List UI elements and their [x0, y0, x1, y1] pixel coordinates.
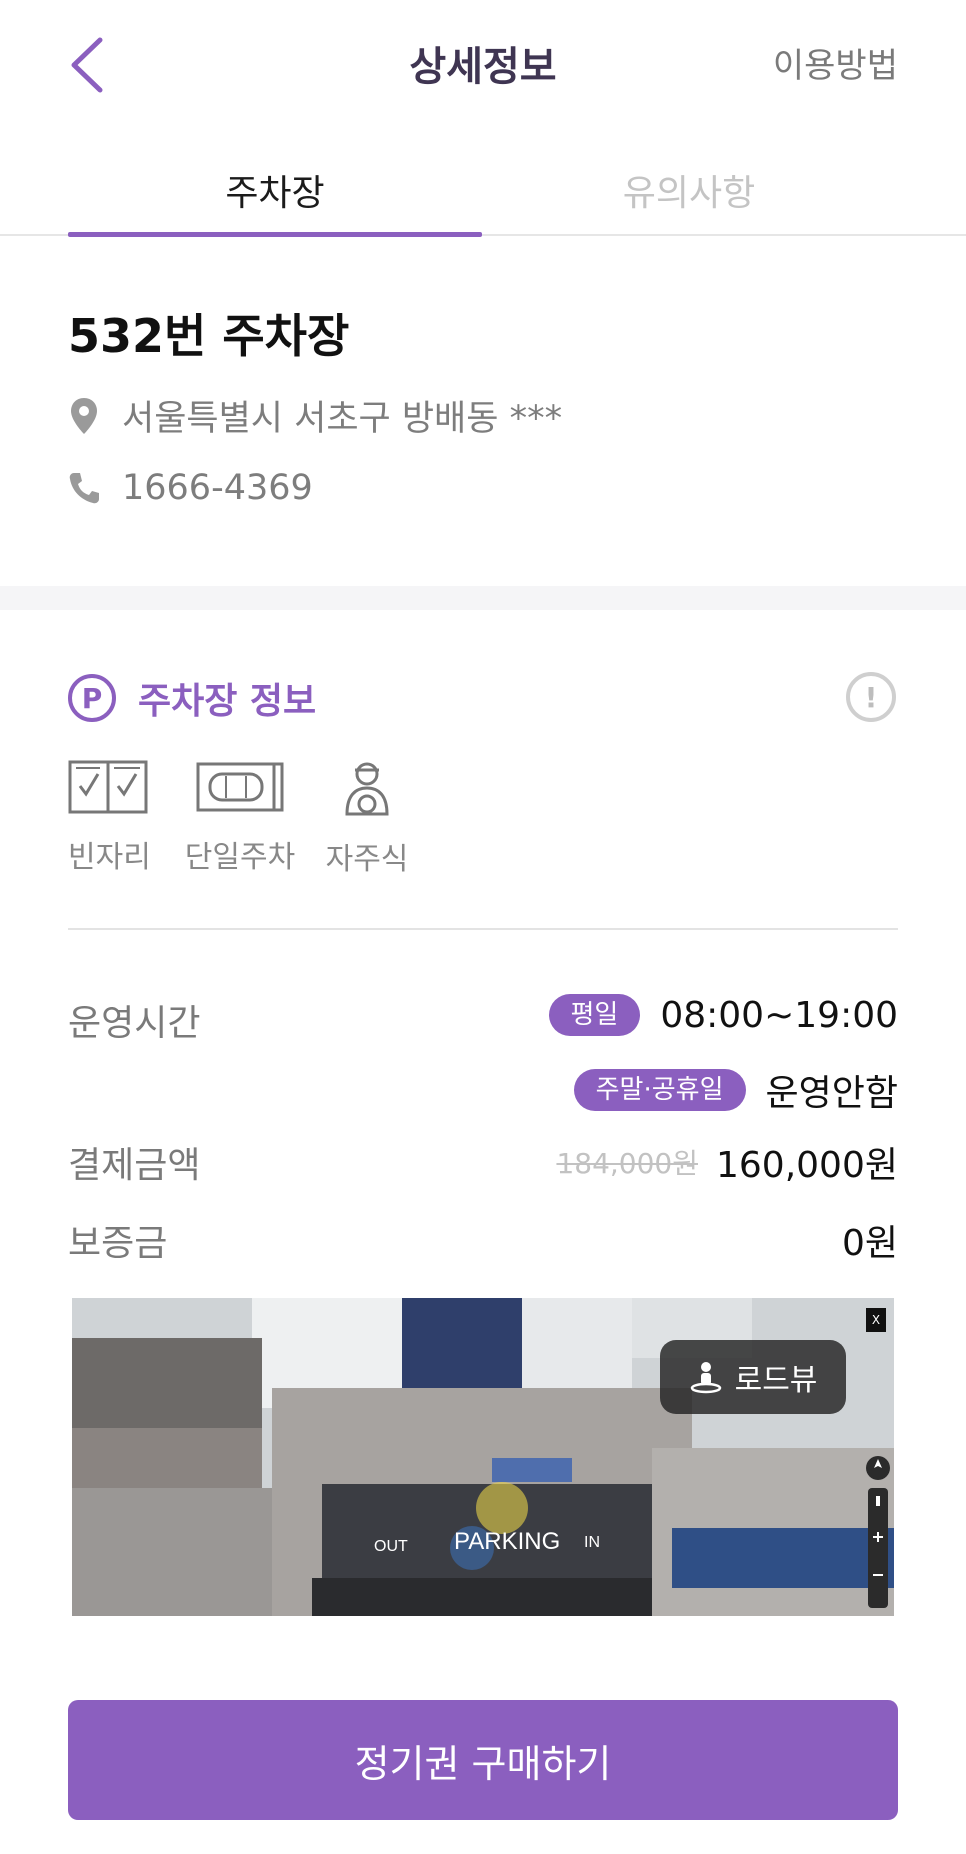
feature-label: 빈자리: [68, 840, 151, 875]
active-tab-indicator: [68, 232, 482, 237]
feature-label: 자주식: [325, 842, 409, 877]
weekend-hours-row: 주말·공휴일 운영안함: [573, 1064, 898, 1116]
feature-self-parking: 자주식: [324, 760, 410, 878]
deposit-value: 0원: [841, 1223, 898, 1264]
streetview-nav-controls[interactable]: [864, 1454, 892, 1614]
address-row: 서울특별시 서초구 방배동 ***: [68, 390, 562, 441]
tab-bar: 주차장 유의사항: [0, 140, 966, 237]
section-title: 주차장 정보: [138, 681, 317, 722]
tab-parking[interactable]: 주차장: [68, 164, 482, 216]
phone-row[interactable]: 1666-4369: [68, 468, 313, 508]
howto-link[interactable]: 이용방법: [773, 38, 898, 87]
weekday-badge: 평일: [548, 994, 641, 1036]
compass-icon: [866, 1456, 890, 1608]
phone-number[interactable]: 1666-4369: [122, 468, 313, 508]
driver-icon: [345, 762, 389, 816]
section-separator: [0, 586, 966, 610]
out-sign-text: OUT: [374, 1538, 408, 1555]
address-text: 서울특별시 서초구 방배동 ***: [122, 399, 563, 439]
phone-icon: [68, 468, 100, 508]
lot-name: 532번 주차장: [68, 309, 350, 363]
original-price: 184,000원: [556, 1147, 698, 1180]
feature-single-parking: 단일주차: [184, 760, 296, 876]
single-car-icon: [196, 762, 284, 812]
checkbox-icon: [68, 760, 148, 814]
header: 상세정보 이용방법: [0, 0, 966, 130]
weekend-badge: 주말·공휴일: [573, 1069, 746, 1111]
parking-p-icon: P: [68, 674, 116, 722]
weekday-hours-row: 평일 08:00~19:00: [548, 994, 898, 1036]
deposit-label: 보증금: [68, 1223, 168, 1264]
feature-vacancy: 빈자리: [68, 760, 151, 876]
parking-sign-text: PARKING: [454, 1528, 561, 1555]
streetview-close-button[interactable]: X: [866, 1308, 886, 1332]
in-sign-text: IN: [584, 1534, 600, 1551]
roadview-button[interactable]: 로드뷰: [660, 1340, 846, 1414]
tab-notes[interactable]: 유의사항: [482, 164, 896, 216]
section-header: P 주차장 정보: [68, 672, 316, 724]
feature-label: 단일주차: [184, 840, 296, 875]
payment-row: 184,000원 160,000원: [556, 1136, 898, 1188]
divider: [68, 928, 898, 930]
streetview-image[interactable]: PARKING OUT IN 로드뷰 X: [72, 1298, 894, 1616]
hours-label: 운영시간: [68, 1003, 201, 1044]
weekday-hours-value: 08:00~19:00: [660, 994, 898, 1036]
weekend-hours-value: 운영안함: [765, 1073, 898, 1114]
buy-pass-button[interactable]: 정기권 구매하기: [68, 1700, 898, 1820]
person-pin-icon: [690, 1362, 721, 1394]
deposit-row: 0원: [842, 1214, 898, 1266]
roadview-label: 로드뷰: [734, 1363, 818, 1398]
payment-label: 결제금액: [68, 1145, 201, 1186]
price-value: 160,000원: [716, 1145, 898, 1186]
info-icon[interactable]: !: [846, 672, 896, 722]
location-pin-icon: [68, 396, 100, 436]
